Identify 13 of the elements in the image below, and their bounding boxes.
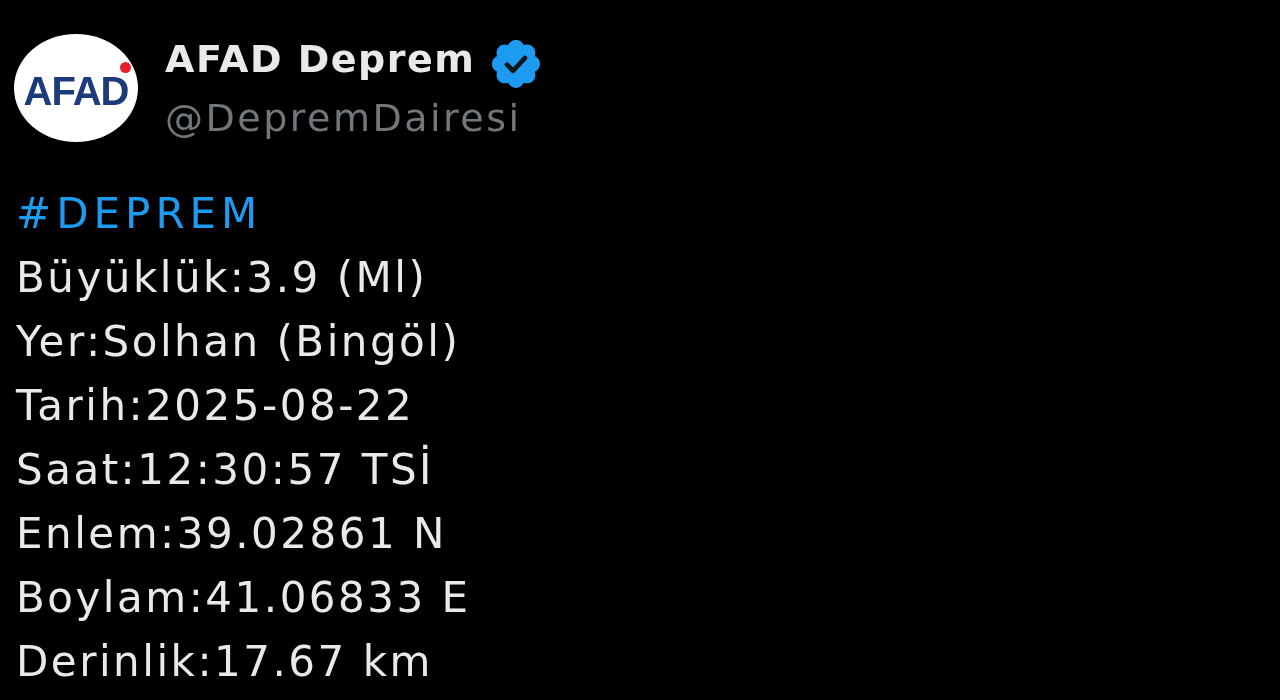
detail-line: Derinlik:17.67 km: [16, 636, 433, 688]
detail-line: Enlem:39.02861 N: [16, 508, 447, 560]
avatar[interactable]: AFAD: [14, 34, 138, 142]
display-name[interactable]: AFAD Deprem: [165, 37, 476, 83]
detail-line: Saat:12:30:57 TSİ: [16, 443, 434, 496]
dot-icon: [120, 62, 131, 73]
detail-line: Büyüklük:3.9 (Ml): [16, 252, 428, 304]
detail-line: Tarih:2025-08-22: [16, 380, 415, 432]
account-handle[interactable]: @DepremDairesi: [165, 96, 522, 142]
detail-line: Yer:Solhan (Bingöl): [16, 316, 461, 368]
detail-line: Boylam:41.06833 E: [16, 572, 471, 624]
logo-text: AFAD: [23, 71, 129, 111]
hashtag-link[interactable]: #DEPREM: [16, 182, 263, 246]
